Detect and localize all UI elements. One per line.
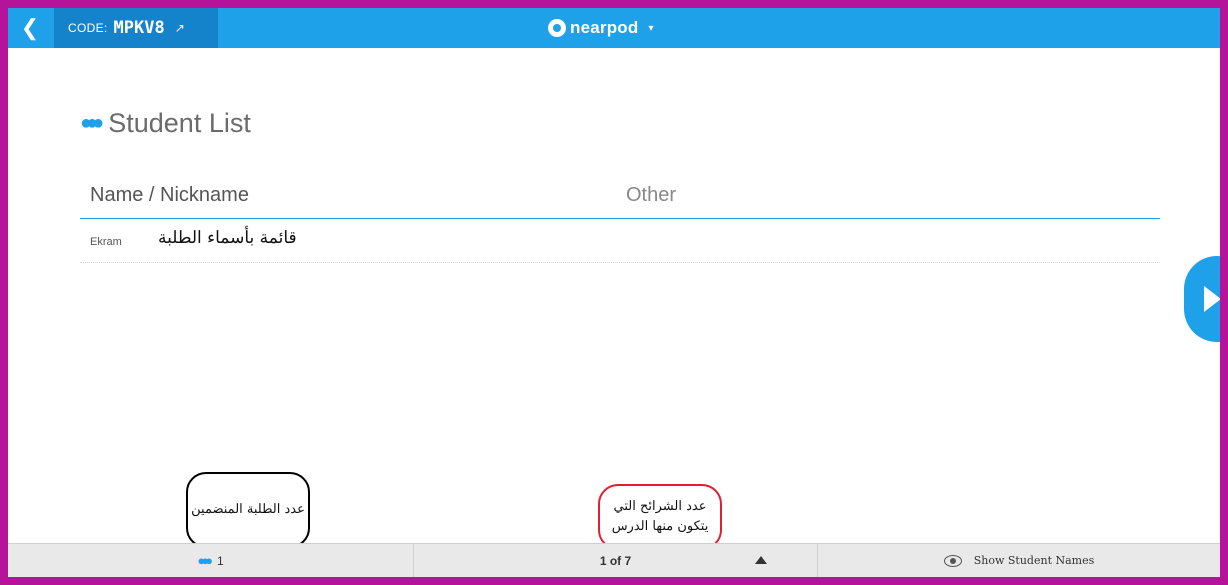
callout-slides-count: عدد الشرائح التي يتكون منها الدرس [598,484,722,561]
nearpod-menu[interactable]: nearpod ▾ [548,8,654,48]
people-group-icon: ●●● [197,553,212,568]
bottom-bar: ●●● 1 1 of 7 Show Student Names [8,543,1220,577]
code-value: MPKV8 [113,18,165,38]
callout-text-block: عدد الشرائح التي يتكون منها الدرس [612,497,709,537]
table-row: Ekram قائمة بأسماء الطلبة [80,222,1160,263]
triangle-up-icon[interactable] [755,556,767,564]
play-triangle-icon [1204,286,1220,312]
chevron-left-icon: ❮ [20,15,40,40]
student-list-annotation: قائمة بأسماء الطلبة [158,228,297,248]
next-slide-button[interactable] [1184,256,1220,342]
show-student-names-button[interactable]: Show Student Names [818,544,1220,577]
column-header-other[interactable]: Other [626,184,676,207]
student-name: Ekram [90,236,122,248]
page-title: Student List [108,108,251,138]
callout-text-line-1: عدد الشرائح التي [613,498,707,514]
eye-icon [943,554,962,567]
app-frame: ❮ CODE: MPKV8 ↗ nearpod ▾ ●●● Student Li… [0,0,1228,585]
column-header-name[interactable]: Name / Nickname [90,184,249,207]
join-code-box[interactable]: CODE: MPKV8 ↗ [54,8,218,48]
show-student-names-label: Show Student Names [973,554,1095,567]
slide-navigator[interactable]: 1 of 7 [414,544,818,577]
nearpod-logo-icon [548,19,566,37]
external-link-icon[interactable]: ↗ [175,21,185,35]
top-bar: ❮ CODE: MPKV8 ↗ nearpod ▾ [8,8,1220,48]
slide-position: 1 of 7 [599,553,632,568]
student-count: 1 [216,553,224,568]
brand-name: nearpod [570,18,639,37]
callout-students-joined: عدد الطلبة المنضمين [186,472,310,559]
callout-text: عدد الطلبة المنضمين [191,501,305,517]
page-title-row: ●●● Student List [80,108,251,139]
people-group-icon: ●●● [80,112,104,134]
callout-text-line-2: يتكون منها الدرس [611,519,709,534]
back-button[interactable]: ❮ [8,8,52,48]
chevron-down-icon: ▾ [648,22,654,34]
students-count-button[interactable]: ●●● 1 [8,544,414,577]
code-label: CODE: [68,21,108,35]
student-table-header: Name / Nickname Other [80,184,1160,219]
